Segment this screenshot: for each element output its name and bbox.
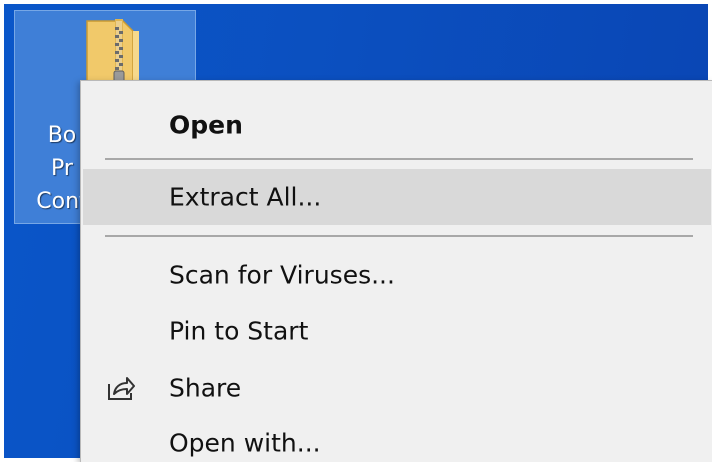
context-menu: Open Extract All... Scan for Viruses... … bbox=[80, 80, 712, 462]
menu-item-label: Open with... bbox=[169, 428, 321, 458]
menu-item-share[interactable]: Share bbox=[83, 360, 711, 416]
menu-item-label: Share bbox=[169, 373, 242, 403]
menu-item-label: Extract All... bbox=[169, 182, 322, 212]
menu-item-open-with[interactable]: Open with... bbox=[83, 415, 711, 462]
desktop: Bo Pr Cont Open Extract All... Scan for … bbox=[0, 0, 712, 462]
menu-separator bbox=[105, 235, 693, 237]
menu-item-extract-all[interactable]: Extract All... bbox=[83, 169, 711, 225]
menu-item-label: Pin to Start bbox=[169, 316, 309, 346]
menu-item-open[interactable]: Open bbox=[83, 97, 711, 153]
menu-item-scan-for-viruses[interactable]: Scan for Viruses... bbox=[83, 247, 711, 303]
share-icon bbox=[108, 377, 135, 400]
menu-item-label: Scan for Viruses... bbox=[169, 260, 395, 290]
menu-separator bbox=[105, 158, 693, 160]
menu-item-label: Open bbox=[169, 110, 243, 140]
menu-item-pin-to-start[interactable]: Pin to Start bbox=[83, 303, 711, 359]
